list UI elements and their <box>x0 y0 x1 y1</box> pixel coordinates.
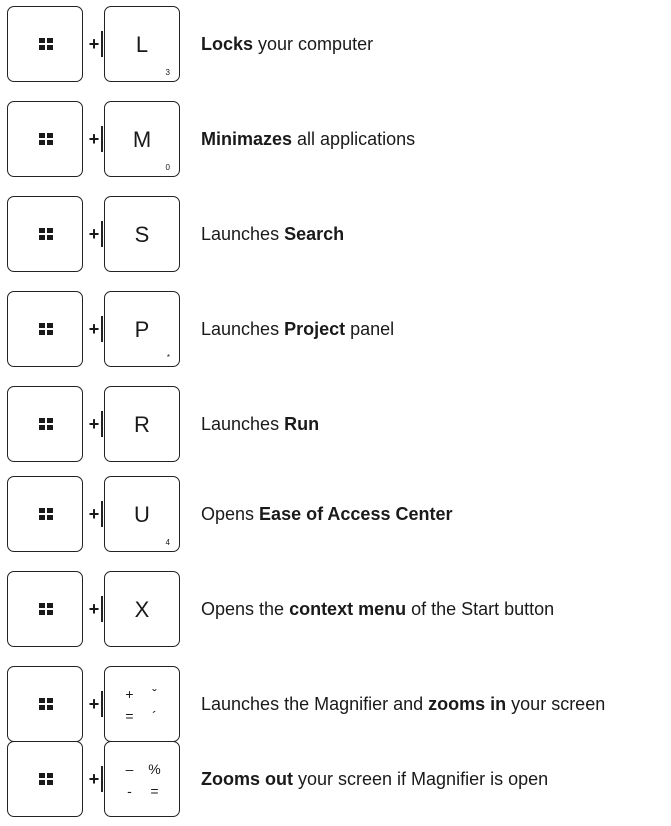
shortcut-row: + X Opens the context menu of the Start bu… <box>0 571 671 651</box>
shortcut-row: + –% - = Zooms out your screen if Magnifier … <box>0 741 671 821</box>
key-subscript: 3 <box>165 68 170 77</box>
windows-key <box>7 571 83 647</box>
plus-sign: + <box>86 766 103 792</box>
key-letter: R <box>134 412 150 437</box>
key-letter: L <box>135 32 149 57</box>
description-bold: Search <box>284 224 345 244</box>
windows-key <box>7 741 83 817</box>
description-bold: Ease of Access Center <box>259 504 453 524</box>
letter-key: + ˇ = ´ <box>104 666 180 742</box>
key-symbol: ˇ <box>152 686 157 702</box>
shortcut-description: Zooms out your screen if Magnifier is op… <box>201 741 663 817</box>
description-text: Launches <box>201 414 285 434</box>
shortcut-row: + R Launches Run <box>0 386 671 466</box>
windows-logo-icon <box>39 698 53 710</box>
key-subscript: * <box>166 353 170 362</box>
plus-sign: + <box>86 126 103 152</box>
plus-sign: + <box>86 221 103 247</box>
windows-key <box>7 196 83 272</box>
description-bold: Minimazes <box>201 129 293 149</box>
letter-key: –% - = <box>104 741 180 817</box>
plus-sign: + <box>86 411 103 437</box>
windows-key <box>7 476 83 552</box>
key-letter: M <box>132 127 152 152</box>
letter-key: X <box>104 571 180 647</box>
shortcut-description: Launches Search <box>201 196 663 272</box>
windows-logo-icon <box>39 228 53 240</box>
shortcut-row: + P * Launches Project panel <box>0 291 671 371</box>
shortcut-description: Locks your computer <box>201 6 663 82</box>
description-text: your screen if Magnifier is open <box>293 769 549 789</box>
windows-logo-icon <box>39 133 53 145</box>
letter-key: S <box>104 196 180 272</box>
windows-key <box>7 666 83 742</box>
windows-logo-icon <box>39 323 53 335</box>
plus-sign: + <box>86 501 103 527</box>
shortcut-description: Minimazes all applications <box>201 101 663 177</box>
key-letter: U <box>134 502 150 527</box>
shortcut-description: Launches Run <box>201 386 663 462</box>
shortcut-description: Opens the context menu of the Start butt… <box>201 571 663 647</box>
key-symbol: = <box>125 708 134 724</box>
shortcut-description: Launches the Magnifier and zooms in your… <box>201 666 663 742</box>
key-letter: X <box>134 597 150 622</box>
windows-logo-icon <box>39 418 53 430</box>
windows-logo-icon <box>39 508 53 520</box>
key-symbol: ´ <box>152 708 157 724</box>
description-bold: context menu <box>289 599 407 619</box>
shortcut-description: Launches Project panel <box>201 291 663 367</box>
shortcut-row: + L 3 Locks your computer <box>0 6 671 86</box>
key-symbols: –% - = <box>117 758 167 802</box>
description-text: of the Start button <box>406 599 555 619</box>
shortcut-row: + U 4 Opens Ease of Access Center <box>0 476 671 556</box>
windows-key <box>7 291 83 367</box>
windows-key <box>7 386 83 462</box>
key-symbol: + <box>125 686 134 702</box>
windows-key <box>7 6 83 82</box>
key-symbol: – <box>125 761 134 777</box>
shortcut-row: + + ˇ = ´ Launches the Magnifier and zooms in… <box>0 666 671 746</box>
letter-key: L3 <box>104 6 180 82</box>
description-bold: zooms in <box>428 694 507 714</box>
shortcut-row: + S Launches Search <box>0 196 671 276</box>
description-text: Launches <box>201 319 285 339</box>
description-text: Opens <box>201 504 260 524</box>
plus-sign: + <box>86 691 103 717</box>
description-bold: Zooms out <box>201 769 293 789</box>
plus-sign: + <box>86 31 103 57</box>
key-symbols: + ˇ = ´ <box>117 683 167 727</box>
letter-key: U4 <box>104 476 180 552</box>
description-text: all applications <box>292 129 416 149</box>
windows-logo-icon <box>39 603 53 615</box>
description-bold: Locks <box>201 34 254 54</box>
key-symbol: % <box>148 761 161 777</box>
description-text: Launches <box>201 224 285 244</box>
key-subscript: 4 <box>165 538 170 547</box>
description-text: panel <box>345 319 395 339</box>
letter-key: M0 <box>104 101 180 177</box>
description-text: Launches the Magnifier and <box>201 694 429 714</box>
description-bold: Run <box>284 414 320 434</box>
plus-sign: + <box>86 596 103 622</box>
key-letter: P <box>134 317 150 342</box>
description-text: your computer <box>253 34 374 54</box>
shortcut-row: + M 0 Minimazes all applications <box>0 101 671 181</box>
key-symbol: = <box>150 783 159 799</box>
description-text: Opens the <box>201 599 290 619</box>
windows-logo-icon <box>39 773 53 785</box>
letter-key: R <box>104 386 180 462</box>
key-subscript: 0 <box>165 163 170 172</box>
windows-logo-icon <box>39 38 53 50</box>
plus-sign: + <box>86 316 103 342</box>
shortcut-description: Opens Ease of Access Center <box>201 476 663 552</box>
description-text: your screen <box>506 694 606 714</box>
windows-key <box>7 101 83 177</box>
key-letter: S <box>134 222 150 247</box>
key-symbol: - <box>127 783 132 799</box>
letter-key: P * <box>104 291 180 367</box>
description-bold: Project <box>284 319 346 339</box>
